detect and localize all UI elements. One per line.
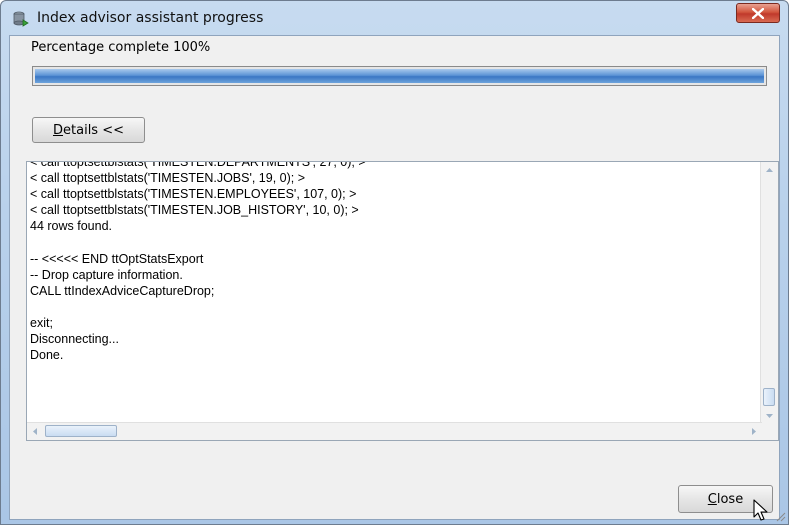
progress-bar [32,66,767,86]
window-title: Index advisor assistant progress [37,10,264,26]
resize-grip-icon[interactable] [774,510,786,522]
log-line: < call ttoptsettblstats('TIMESTEN.DEPART… [30,161,366,169]
log-line: Done. [30,348,64,363]
vertical-scrollbar[interactable] [760,162,778,424]
log-line: < call ttoptsettblstats('TIMESTEN.EMPLOY… [30,187,357,202]
horizontal-scrollbar[interactable] [27,422,762,440]
mouse-pointer-icon [753,499,768,521]
app-icon [13,11,29,27]
log-line: < call ttoptsettblstats('TIMESTEN.JOBS',… [30,171,306,186]
progress-fill [35,69,764,83]
log-line: -- <<<<< END ttOptStatsExport [30,251,204,266]
log-line: Disconnecting... [30,332,119,347]
details-label: etails << [63,122,124,138]
dialog-window: Index advisor assistant progress Percent… [0,0,789,525]
log-text: < call ttoptsettblstats('TIMESTEN.DEPART… [30,161,750,363]
scroll-left-icon[interactable] [27,423,43,440]
close-mnemonic: C [707,491,717,507]
horizontal-scroll-thumb[interactable] [45,425,117,437]
log-line: -- Drop capture information. [30,267,183,282]
scroll-up-icon[interactable] [761,162,778,178]
scroll-corner [761,423,778,440]
log-line: exit; [30,315,53,330]
log-output-area[interactable]: < call ttoptsettblstats('TIMESTEN.DEPART… [26,161,779,441]
log-line: 44 rows found. [30,219,112,234]
scroll-down-icon[interactable] [761,408,778,424]
details-toggle-button[interactable]: Details << [32,117,145,143]
log-line: < call ttoptsettblstats('TIMESTEN.JOB_HI… [30,203,359,218]
details-mnemonic: D [53,122,64,138]
close-window-icon [752,8,764,19]
title-bar[interactable]: Index advisor assistant progress [1,1,788,35]
vertical-scroll-thumb[interactable] [763,388,775,406]
close-label: lose [716,491,744,507]
close-window-button[interactable] [736,3,780,23]
log-line: CALL ttIndexAdviceCaptureDrop; [30,283,215,298]
percentage-label: Percentage complete 100% [31,40,211,55]
scroll-right-icon[interactable] [746,423,762,440]
